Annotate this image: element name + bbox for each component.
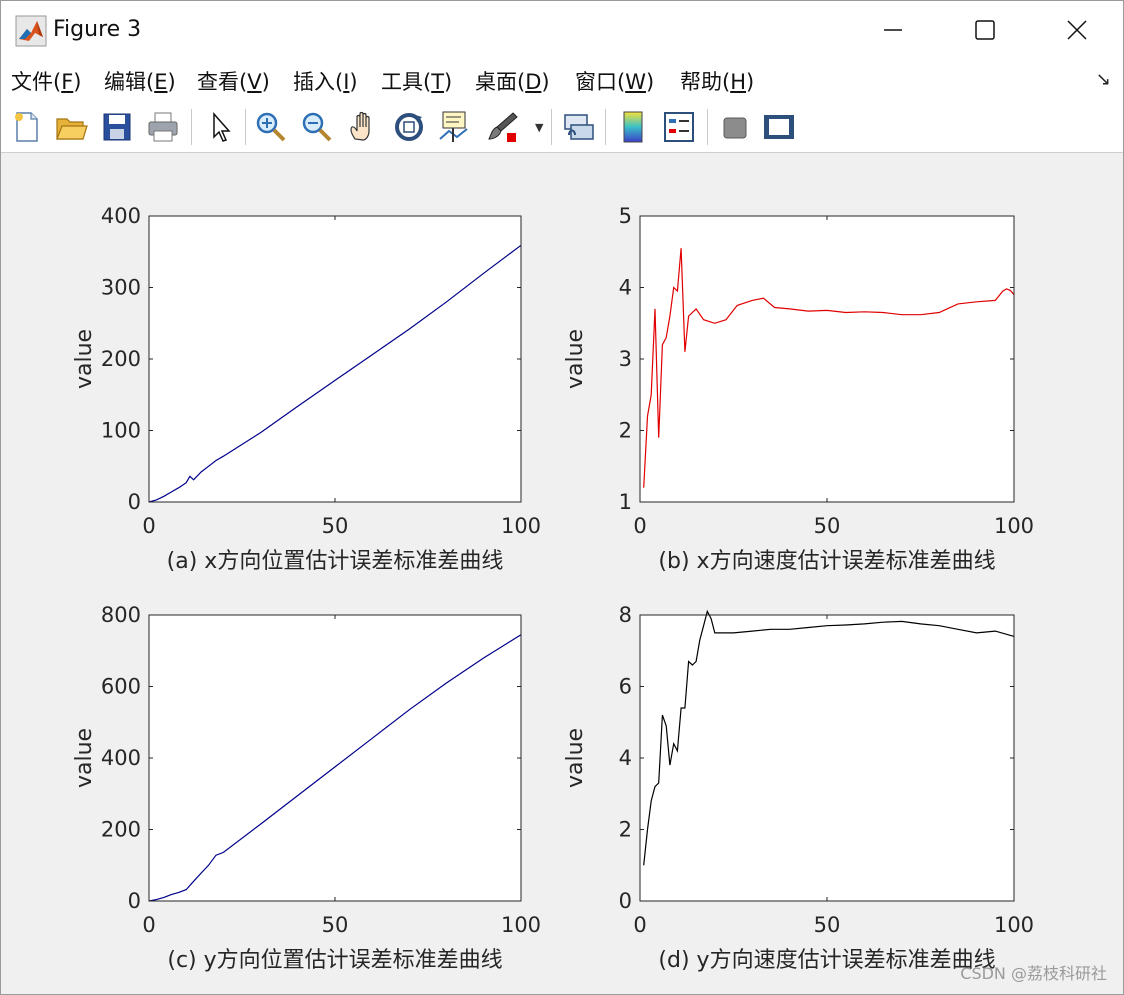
y-axis-label: value (72, 329, 97, 389)
y-tick-label: 2 (619, 419, 632, 443)
x-tick-label: 50 (322, 913, 349, 937)
toolbar-separator (245, 109, 246, 145)
y-tick-label: 100 (101, 419, 141, 443)
menu-file[interactable]: 文件(F) (11, 66, 82, 96)
subplot-b-axes: 0 50 100 1 2 3 4 5 value (b) x方向速度估计误差标准差曲线 (563, 204, 1034, 574)
y-tick-label: 3 (619, 347, 632, 371)
y-tick-label: 0 (128, 889, 141, 913)
figure-toolbar: ▼ (1, 101, 1123, 153)
subplot-caption: (d) y方向速度估计误差标准差曲线 (658, 948, 995, 973)
y-axis-label: value (563, 329, 588, 389)
legend-icon[interactable] (661, 109, 697, 145)
maximize-button[interactable] (939, 1, 1031, 59)
menu-edit[interactable]: 编辑(E) (104, 66, 176, 96)
y-tick-label: 8 (619, 603, 632, 627)
figure-window: Figure 3 文件(F) 编辑(E) 查看(V) 插入(I) 工具(T) 桌… (0, 0, 1124, 995)
menu-insert[interactable]: 插入(I) (293, 66, 358, 96)
toolbar-separator (707, 109, 708, 145)
x-tick-label: 50 (814, 913, 841, 937)
save-icon[interactable] (99, 109, 135, 145)
title-bar[interactable]: Figure 3 (1, 1, 1123, 59)
x-tick-label: 100 (501, 514, 541, 538)
y-tick-label: 0 (128, 490, 141, 514)
minimize-button[interactable] (847, 1, 939, 59)
subplot-caption: (c) y方向位置估计误差标准差曲线 (167, 948, 502, 973)
pan-hand-icon[interactable] (345, 109, 381, 145)
y-tick-label: 4 (619, 276, 632, 300)
menu-window[interactable]: 窗口(W) (575, 66, 654, 96)
x-tick-label: 100 (501, 913, 541, 937)
menu-tools[interactable]: 工具(T) (381, 66, 452, 96)
toolbar-separator (605, 109, 606, 145)
plot-area[interactable] (149, 615, 521, 901)
y-tick-label: 2 (619, 818, 632, 842)
x-tick-label: 100 (994, 913, 1034, 937)
y-tick-label: 600 (101, 675, 141, 699)
x-tick-label: 0 (142, 514, 155, 538)
watermark-text: CSDN @荔枝科研社 (960, 964, 1107, 983)
menu-help[interactable]: 帮助(H) (680, 66, 754, 96)
y-tick-label: 200 (101, 818, 141, 842)
y-tick-label: 800 (101, 603, 141, 627)
menu-desktop[interactable]: 桌面(D) (475, 66, 550, 96)
y-tick-label: 0 (619, 889, 632, 913)
y-tick-label: 1 (619, 490, 632, 514)
matlab-logo-icon (15, 15, 47, 47)
new-figure-icon[interactable] (9, 109, 45, 145)
plot-area[interactable] (640, 615, 1014, 901)
y-tick-label: 200 (101, 347, 141, 371)
x-tick-label: 0 (633, 514, 646, 538)
menu-bar: 文件(F) 编辑(E) 查看(V) 插入(I) 工具(T) 桌面(D) 窗口(W… (1, 59, 1123, 101)
y-tick-label: 400 (101, 204, 141, 228)
y-tick-label: 300 (101, 276, 141, 300)
plot-area[interactable] (640, 216, 1014, 502)
rotate-3d-icon[interactable] (391, 109, 427, 145)
subplot-d-axes: 0 50 100 0 2 4 6 8 value (d) y方向速度估计误差标准差曲线 (563, 603, 1034, 973)
dock-arrow-icon[interactable]: ↘ (1096, 69, 1111, 90)
plot-area[interactable] (149, 216, 521, 502)
y-tick-label: 4 (619, 746, 632, 770)
hide-plot-tools-icon[interactable] (717, 109, 753, 145)
y-tick-label: 400 (101, 746, 141, 770)
y-axis-label: value (563, 728, 588, 788)
subplot-a-axes: 0 50 100 0 100 200 300 400 value (a) x方向位置估计误差标准差… (72, 204, 541, 574)
subplots-canvas: 0 50 1000100200300400value(a) x方向位置估计误差标准差… (72, 204, 1034, 973)
brush-icon[interactable] (485, 109, 521, 145)
x-tick-label: 100 (994, 514, 1034, 538)
toolbar-separator (191, 109, 192, 145)
print-icon[interactable] (145, 109, 181, 145)
minimize-icon (884, 29, 902, 31)
window-title: Figure 3 (53, 17, 142, 42)
subplot-caption: (a) x方向位置估计误差标准差曲线 (167, 549, 504, 574)
x-tick-label: 50 (322, 514, 349, 538)
data-cursor-icon[interactable] (437, 109, 473, 145)
x-tick-label: 0 (633, 913, 646, 937)
y-axis-label: value (72, 728, 97, 788)
maximize-icon (975, 20, 995, 40)
zoom-out-icon[interactable] (299, 109, 335, 145)
x-tick-label: 50 (814, 514, 841, 538)
close-icon (1067, 20, 1087, 40)
edit-plot-arrow-icon[interactable] (203, 109, 239, 145)
subplot-caption: (b) x方向速度估计误差标准差曲线 (658, 549, 995, 574)
colorbar-icon[interactable] (615, 109, 651, 145)
figure-canvas: 0 50 100 0 100 200 300 400 value (a) x方向位置估计误差标准差… (1, 153, 1123, 994)
show-plot-tools-icon[interactable] (761, 109, 797, 145)
subplot-c-axes: 0 50 100 0 200 400 600 800 value (c) y方向位置估计误差标准差… (72, 603, 541, 973)
x-tick-label: 0 (142, 913, 155, 937)
brush-dropdown-icon[interactable]: ▼ (535, 121, 543, 134)
close-button[interactable] (1031, 1, 1123, 59)
y-tick-label: 5 (619, 204, 632, 228)
toolbar-separator (551, 109, 552, 145)
open-file-icon[interactable] (53, 109, 89, 145)
y-tick-label: 6 (619, 675, 632, 699)
zoom-in-icon[interactable] (253, 109, 289, 145)
link-plot-icon[interactable] (561, 109, 597, 145)
menu-view[interactable]: 查看(V) (197, 66, 270, 96)
